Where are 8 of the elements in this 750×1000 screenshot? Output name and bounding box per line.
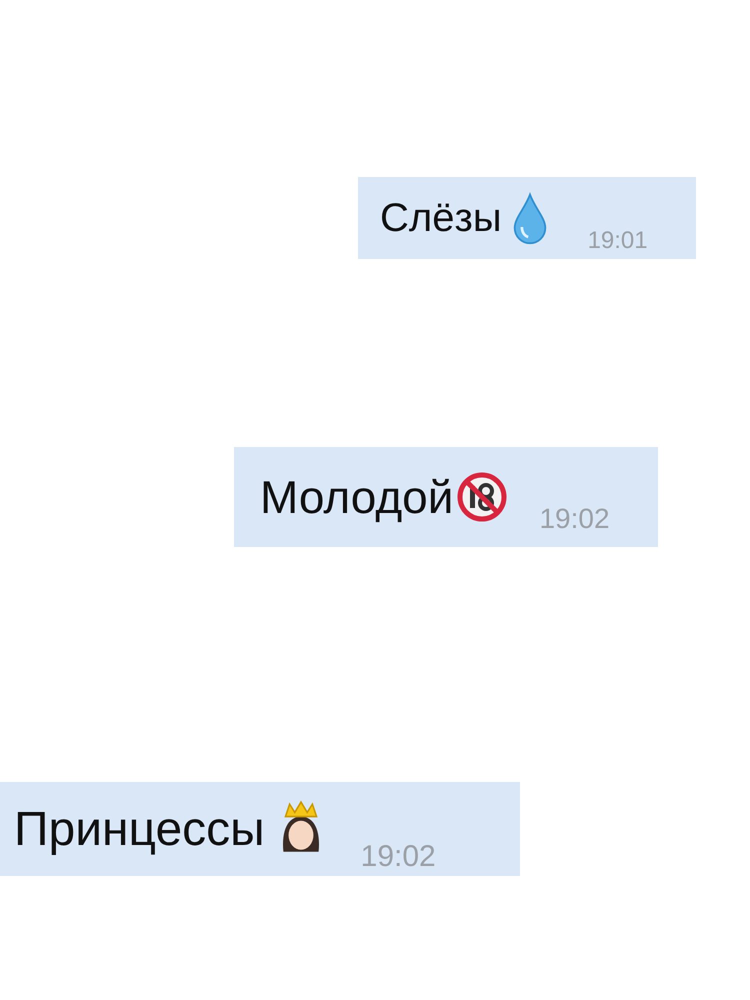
message-time: 19:02 [360,840,436,874]
message-text: Молодой [260,470,454,524]
message-time: 19:02 [539,503,610,535]
message-text: Принцессы [14,802,265,856]
message-time: 19:01 [588,227,648,255]
water-drop-icon [512,191,548,245]
message-text: Слёзы [380,196,502,240]
no-under-18-icon [457,472,508,522]
